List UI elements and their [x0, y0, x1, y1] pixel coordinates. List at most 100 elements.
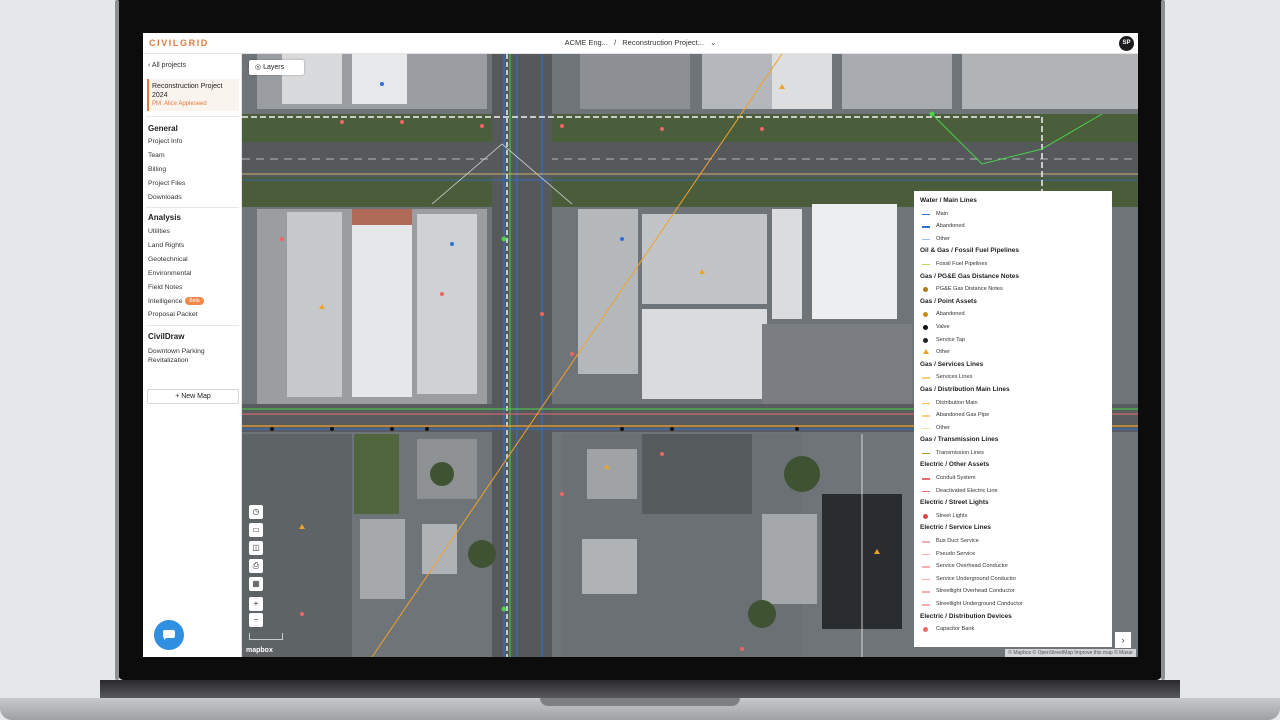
- zoom-out-icon[interactable]: −: [249, 613, 263, 627]
- legend-next-button[interactable]: ›: [1115, 632, 1131, 648]
- sidebar-item-intelligence-label: Intelligence: [148, 297, 183, 305]
- top-bar: CIVILGRID ACME Eng... / Reconstruction P…: [143, 33, 1138, 54]
- sidebar-item-field-notes[interactable]: Field Notes: [148, 284, 182, 291]
- sidebar-item-intelligence[interactable]: Intelligence Beta: [148, 297, 204, 305]
- beta-badge: Beta: [185, 297, 204, 305]
- legend-swatch-icon: [923, 287, 928, 293]
- legend-item-label: Abandoned: [936, 223, 965, 230]
- legend-swatch-icon: [922, 604, 930, 606]
- legend-swatch-icon: [922, 490, 930, 493]
- sidebar-item-utilities[interactable]: Utilities: [148, 228, 170, 235]
- layers-icon: ◎: [255, 64, 264, 71]
- legend-item: Valve: [920, 321, 1106, 334]
- divider: [146, 207, 239, 208]
- laptop-hinge: [100, 680, 1180, 700]
- legend-item: Other: [920, 233, 1106, 246]
- sidebar-item-geotechnical[interactable]: Geotechnical: [148, 256, 188, 263]
- breadcrumb-separator: /: [614, 38, 617, 47]
- legend-group-title: Gas / Services Lines: [920, 360, 984, 368]
- legend-swatch-icon: [922, 427, 930, 430]
- legend-swatch-icon: [922, 402, 930, 404]
- legend-swatch-icon: [922, 566, 930, 568]
- chevron-down-icon[interactable]: ⌄: [710, 38, 716, 47]
- legend-group-title: Oil & Gas / Fossil Fuel Pipelines: [920, 247, 1019, 255]
- book-icon[interactable]: ◫: [249, 541, 263, 555]
- sidebar-item-billing[interactable]: Billing: [148, 166, 166, 173]
- chat-icon[interactable]: [154, 620, 184, 650]
- legend-item: Abandoned: [920, 220, 1106, 233]
- divider: [146, 325, 239, 326]
- sidebar-item-downloads[interactable]: Downloads: [148, 194, 182, 201]
- grid-icon[interactable]: ▦: [249, 577, 263, 591]
- breadcrumb-project[interactable]: Reconstruction Project...: [622, 38, 704, 47]
- legend-item-label: Capacitor Bank: [936, 626, 975, 633]
- legend-swatch-icon: [922, 553, 930, 556]
- breadcrumb[interactable]: ACME Eng... / Reconstruction Project... …: [143, 38, 1138, 47]
- print-icon[interactable]: ⎙: [249, 559, 263, 573]
- all-projects-label: All projects: [151, 62, 187, 69]
- legend-group-title: Electric / Service Lines: [920, 524, 991, 532]
- legend-item: Capacitor Bank: [920, 623, 1106, 636]
- sidebar-item-land-rights[interactable]: Land Rights: [148, 242, 184, 249]
- breadcrumb-org[interactable]: ACME Eng...: [565, 38, 608, 47]
- legend-group-title: Electric / Other Assets: [920, 461, 990, 469]
- legend-item-label: Other: [936, 349, 950, 356]
- legend-item: Pseudo Service: [920, 548, 1106, 561]
- sidebar-item-team[interactable]: Team: [148, 152, 165, 159]
- legend-item-label: Abandoned: [936, 311, 965, 318]
- legend-item: Service Overhead Conductor: [920, 560, 1106, 573]
- legend-swatch-icon: [922, 578, 930, 581]
- legend-item: Service Underground Conductor: [920, 573, 1106, 586]
- sidebar-item-proposal-packet[interactable]: Proposal Packet: [148, 311, 198, 318]
- legend-item: Streetlight Underground Conductor: [920, 598, 1106, 611]
- legend-item-label: Services Lines: [936, 374, 973, 381]
- legend-item-label: Valve: [936, 323, 950, 330]
- legend-item: Bus Duct Service: [920, 535, 1106, 548]
- legend-item-label: Service Overhead Conductor: [936, 563, 1009, 570]
- sidebar-item-map[interactable]: Downtown Parking Revitalization: [148, 347, 238, 365]
- legend-item-label: Other: [936, 235, 950, 242]
- legend-swatch-icon: [923, 513, 928, 519]
- compass-icon[interactable]: ◷: [249, 505, 263, 519]
- legend-item-label: Other: [936, 424, 950, 431]
- legend-item: Services Lines: [920, 371, 1106, 384]
- zoom-in-icon[interactable]: +: [249, 597, 263, 611]
- legend-item-label: Transmission Lines: [936, 449, 984, 456]
- legend-group-title: Gas / Distribution Main Lines: [920, 385, 1010, 393]
- legend-group-title: Electric / Distribution Devices: [920, 612, 1012, 620]
- legend-group-title: Gas / PG&E Gas Distance Notes: [920, 272, 1019, 280]
- project-card[interactable]: Reconstruction Project 2024 PM: Alice Ap…: [147, 79, 239, 111]
- all-projects-link[interactable]: ‹ All projects: [148, 62, 186, 69]
- sidebar-item-project-files[interactable]: Project Files: [148, 180, 185, 187]
- map-legend: Water / Main Lines Main Abandoned Other Oil …: [914, 191, 1112, 647]
- legend-item-label: Fossil Fuel Pipelines: [936, 260, 988, 267]
- sidebar-item-environmental[interactable]: Environmental: [148, 270, 191, 277]
- section-analysis-title: Analysis: [148, 213, 181, 222]
- legend-item-label: Deactivated Electric Line: [936, 487, 998, 494]
- legend-item-label: Main: [936, 210, 949, 217]
- section-civildraw-title: CivilDraw: [148, 332, 185, 341]
- legend-item-label: Service Tap: [936, 336, 966, 343]
- legend-swatch-icon: [923, 312, 928, 318]
- legend-item: Streetlight Overhead Conductor: [920, 585, 1106, 598]
- legend-item: Deactivated Electric Line: [920, 485, 1106, 498]
- legend-item: Fossil Fuel Pipelines: [920, 258, 1106, 271]
- sidebar: ‹ All projects Reconstruction Project 20…: [143, 54, 242, 657]
- scale-bar: [249, 633, 283, 640]
- section-general-title: General: [148, 124, 178, 133]
- legend-item: Conduit System: [920, 472, 1106, 485]
- map-attribution[interactable]: © Mapbox © OpenStreetMap Improve this ma…: [1005, 649, 1136, 657]
- ruler-icon[interactable]: ▭: [249, 523, 263, 537]
- legend-item-label: Bus Duct Service: [936, 538, 979, 545]
- legend-item: Main: [920, 208, 1106, 221]
- sidebar-item-project-info[interactable]: Project Info: [148, 138, 182, 145]
- legend-item: Street Lights: [920, 510, 1106, 523]
- map-canvas[interactable]: ◎ Layers ◷ ▭ ◫ ⎙ ▦ + − mapbox © Mapbox ©…: [242, 54, 1138, 657]
- legend-item: Abandoned Gas Pipe: [920, 409, 1106, 422]
- legend-item: Abandoned: [920, 308, 1106, 321]
- layers-button[interactable]: ◎ Layers: [249, 60, 304, 75]
- legend-swatch-icon: [923, 627, 928, 633]
- new-map-button[interactable]: + New Map: [147, 389, 239, 404]
- legend-item-label: Distribution Main: [936, 399, 978, 406]
- avatar[interactable]: SP: [1119, 36, 1134, 51]
